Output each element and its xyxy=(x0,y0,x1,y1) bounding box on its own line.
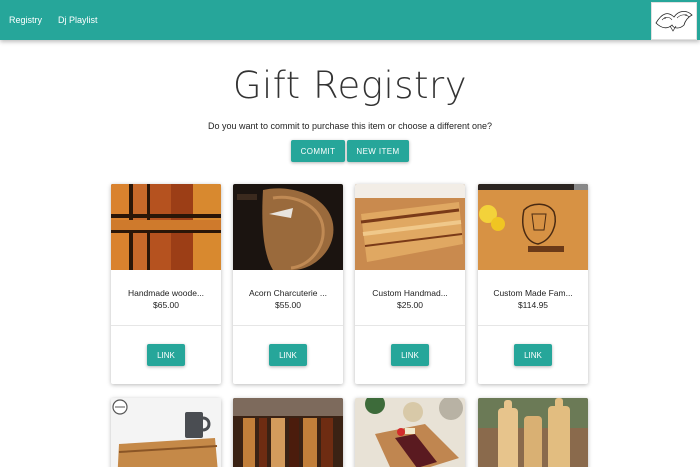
product-price: $114.95 xyxy=(517,300,549,310)
card-divider xyxy=(478,325,588,326)
product-name: Custom Made Fam... xyxy=(493,288,573,298)
product-price: $25.00 xyxy=(397,300,423,310)
product-card: Handmade woode... $65.00 LINK xyxy=(111,184,221,384)
product-image[interactable] xyxy=(111,398,221,467)
product-card: Custom Made Fam... $114.95 LINK xyxy=(478,184,588,384)
top-navbar: Registry Dj Playlist xyxy=(0,0,700,40)
product-card xyxy=(478,398,588,467)
nav-registry-link[interactable]: Registry xyxy=(9,0,42,40)
product-link-button[interactable]: LINK xyxy=(147,344,185,366)
product-link-button[interactable]: LINK xyxy=(269,344,307,366)
card-divider xyxy=(233,325,343,326)
product-price: $65.00 xyxy=(153,300,179,310)
page-title: Gift Registry xyxy=(232,64,468,107)
product-image[interactable] xyxy=(233,184,343,270)
commit-question: Do you want to commit to purchase this i… xyxy=(208,121,492,131)
product-card xyxy=(233,398,343,467)
product-image[interactable] xyxy=(355,398,465,467)
product-card: Acorn Charcuterie ... $55.00 LINK xyxy=(233,184,343,384)
product-image[interactable] xyxy=(111,184,221,270)
nav-dj-playlist-link[interactable]: Dj Playlist xyxy=(58,0,98,40)
new-item-button[interactable]: NEW ITEM xyxy=(347,140,409,162)
product-name: Acorn Charcuterie ... xyxy=(249,288,327,298)
product-image[interactable] xyxy=(233,398,343,467)
card-divider xyxy=(111,325,221,326)
product-card xyxy=(355,398,465,467)
product-image[interactable] xyxy=(478,398,588,467)
product-link-button[interactable]: LINK xyxy=(391,344,429,366)
product-image[interactable] xyxy=(478,184,588,270)
product-name: Custom Handmad... xyxy=(372,288,448,298)
product-image[interactable] xyxy=(355,184,465,270)
product-card xyxy=(111,398,221,467)
product-price: $55.00 xyxy=(275,300,301,310)
product-name: Handmade woode... xyxy=(127,288,205,298)
doves-logo[interactable] xyxy=(651,2,697,40)
commit-button[interactable]: COMMIT xyxy=(291,140,345,162)
product-link-button[interactable]: LINK xyxy=(514,344,552,366)
product-card: Custom Handmad... $25.00 LINK xyxy=(355,184,465,384)
card-divider xyxy=(355,325,465,326)
